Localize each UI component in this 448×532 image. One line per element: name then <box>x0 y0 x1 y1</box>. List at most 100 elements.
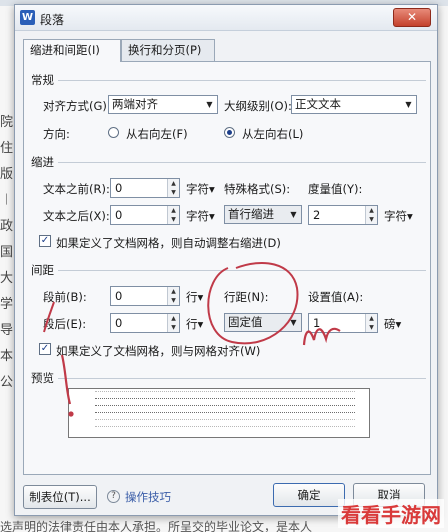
measure-unit: 字符 <box>384 209 407 223</box>
set-value-unit-dropdown[interactable]: 磅▾ <box>384 316 401 332</box>
indent-before-value: 0 <box>115 181 123 195</box>
space-before-stepper[interactable]: 0 ▲ ▼ <box>110 286 180 306</box>
chevron-down-icon: ▼ <box>369 324 374 331</box>
set-value-stepper[interactable]: 1 ▲ ▼ <box>308 313 378 333</box>
indent-before-label: 文本之前(R): <box>43 182 110 196</box>
preview-line <box>95 412 355 417</box>
rtl-radio[interactable] <box>108 127 119 138</box>
tab-indent-spacing[interactable]: 缩进和间距(I) <box>23 39 121 62</box>
space-before-unit-dropdown[interactable]: 行▾ <box>186 289 203 305</box>
chevron-up-icon: ▲ <box>369 207 374 214</box>
set-value-unit: 磅 <box>384 317 396 331</box>
indent-after-stepper[interactable]: 0 ▲ ▼ <box>110 205 180 225</box>
section-preview-title: 预览 <box>31 371 54 385</box>
ltr-radio[interactable] <box>224 127 235 138</box>
indent-spacing-panel: 常规 对齐方式(G): 两端对齐 ▼ 大纲级别(O): 正文文本 ▼ 方向: 从… <box>23 61 431 475</box>
special-format-select[interactable]: 首行缩进 ▼ <box>224 205 302 224</box>
indent-before-unit-dropdown[interactable]: 字符▾ <box>186 181 215 197</box>
section-general-title: 常规 <box>31 73 54 87</box>
chevron-down-icon: ▼ <box>290 318 297 327</box>
paragraph-preview <box>68 388 370 438</box>
space-after-label: 段后(E): <box>43 317 87 331</box>
alignment-value: 两端对齐 <box>112 97 158 111</box>
paragraph-dialog: W 段落 ✕ 缩进和间距(I) 换行和分页(P) 常规 对齐方式(G): 两端对… <box>14 4 438 516</box>
section-spacing-title: 间距 <box>31 263 54 277</box>
chevron-down-icon: ▾ <box>197 317 204 331</box>
stepper-buttons[interactable]: ▲ ▼ <box>365 206 377 224</box>
stepper-buttons[interactable]: ▲ ▼ <box>167 179 179 197</box>
ltr-label: 从左向右(L) <box>242 127 304 141</box>
dialog-title: 段落 <box>40 13 65 27</box>
space-after-value: 0 <box>115 316 123 330</box>
chevron-down-icon: ▾ <box>197 290 204 304</box>
chevron-down-icon: ▼ <box>206 100 213 109</box>
special-format-value: 首行缩进 <box>228 207 274 221</box>
auto-adjust-indent-checkbox[interactable]: ✓ <box>39 235 51 247</box>
stepper-buttons[interactable]: ▲ ▼ <box>167 287 179 305</box>
rtl-label: 从右向左(F) <box>126 127 188 141</box>
direction-label: 方向: <box>43 127 70 141</box>
indent-after-unit-dropdown[interactable]: 字符▾ <box>186 208 215 224</box>
section-spacing-divider <box>58 270 426 271</box>
line-spacing-value: 固定值 <box>228 315 263 329</box>
preview-line <box>95 426 355 431</box>
outline-level-label: 大纲级别(O): <box>224 99 292 113</box>
tab-line-page-breaks[interactable]: 换行和分页(P) <box>121 39 215 61</box>
set-value-value: 1 <box>313 316 321 330</box>
alignment-label: 对齐方式(G): <box>43 99 111 113</box>
chevron-down-icon: ▼ <box>171 216 176 223</box>
indent-after-value: 0 <box>115 208 123 222</box>
chevron-up-icon: ▲ <box>171 315 176 322</box>
chevron-down-icon: ▼ <box>290 210 297 219</box>
stepper-buttons[interactable]: ▲ ▼ <box>167 314 179 332</box>
stepper-buttons[interactable]: ▲ ▼ <box>365 314 377 332</box>
space-before-label: 段前(B): <box>43 290 87 304</box>
indent-before-stepper[interactable]: 0 ▲ ▼ <box>110 178 180 198</box>
preview-line <box>95 419 355 424</box>
measure-unit-dropdown[interactable]: 字符▾ <box>384 208 413 224</box>
special-format-label: 特殊格式(S): <box>224 182 291 196</box>
space-after-stepper[interactable]: 0 ▲ ▼ <box>110 313 180 333</box>
wps-writer-icon: W <box>20 10 35 25</box>
indent-after-label: 文本之后(X): <box>43 209 110 223</box>
chevron-down-icon: ▾ <box>209 182 215 196</box>
outline-level-select[interactable]: 正文文本 ▼ <box>291 95 417 114</box>
chevron-down-icon: ▾ <box>209 209 215 223</box>
line-spacing-label: 行距(N): <box>224 290 269 304</box>
tab-stops-button[interactable]: 制表位(T)... <box>23 485 97 509</box>
chevron-up-icon: ▲ <box>171 288 176 295</box>
chevron-down-icon: ▾ <box>395 317 402 331</box>
chevron-down-icon: ▼ <box>171 324 176 331</box>
preview-line <box>95 391 355 396</box>
help-icon: ? <box>107 490 120 503</box>
alignment-select[interactable]: 两端对齐 ▼ <box>108 95 218 114</box>
chevron-down-icon: ▾ <box>407 209 413 223</box>
section-indent-divider <box>58 162 426 163</box>
space-before-unit: 行 <box>186 290 198 304</box>
chevron-up-icon: ▲ <box>171 180 176 187</box>
indent-before-unit: 字符 <box>186 182 209 196</box>
section-preview-divider <box>58 378 426 379</box>
preview-line <box>95 398 355 403</box>
measure-label: 度量值(Y): <box>308 182 363 196</box>
ok-button[interactable]: 确定 <box>273 483 345 507</box>
chevron-down-icon: ▼ <box>171 189 176 196</box>
preview-line <box>95 405 355 410</box>
chevron-up-icon: ▲ <box>171 207 176 214</box>
chevron-down-icon: ▼ <box>369 216 374 223</box>
operation-tips-link[interactable]: 操作技巧 <box>125 489 171 505</box>
dialog-titlebar[interactable]: W 段落 ✕ <box>15 5 437 31</box>
chevron-down-icon: ▼ <box>405 100 412 109</box>
snap-to-grid-checkbox[interactable]: ✓ <box>39 343 51 355</box>
space-before-value: 0 <box>115 289 123 303</box>
snap-to-grid-label: 如果定义了文档网格，则与网格对齐(W) <box>56 344 261 358</box>
chevron-down-icon: ▼ <box>171 297 176 304</box>
outline-level-value: 正文文本 <box>295 97 341 111</box>
measure-value: 2 <box>313 208 321 222</box>
space-after-unit-dropdown[interactable]: 行▾ <box>186 316 203 332</box>
line-spacing-select[interactable]: 固定值 ▼ <box>224 313 302 332</box>
close-button[interactable]: ✕ <box>393 8 431 27</box>
measure-stepper[interactable]: 2 ▲ ▼ <box>308 205 378 225</box>
stepper-buttons[interactable]: ▲ ▼ <box>167 206 179 224</box>
section-general-divider <box>58 80 426 81</box>
